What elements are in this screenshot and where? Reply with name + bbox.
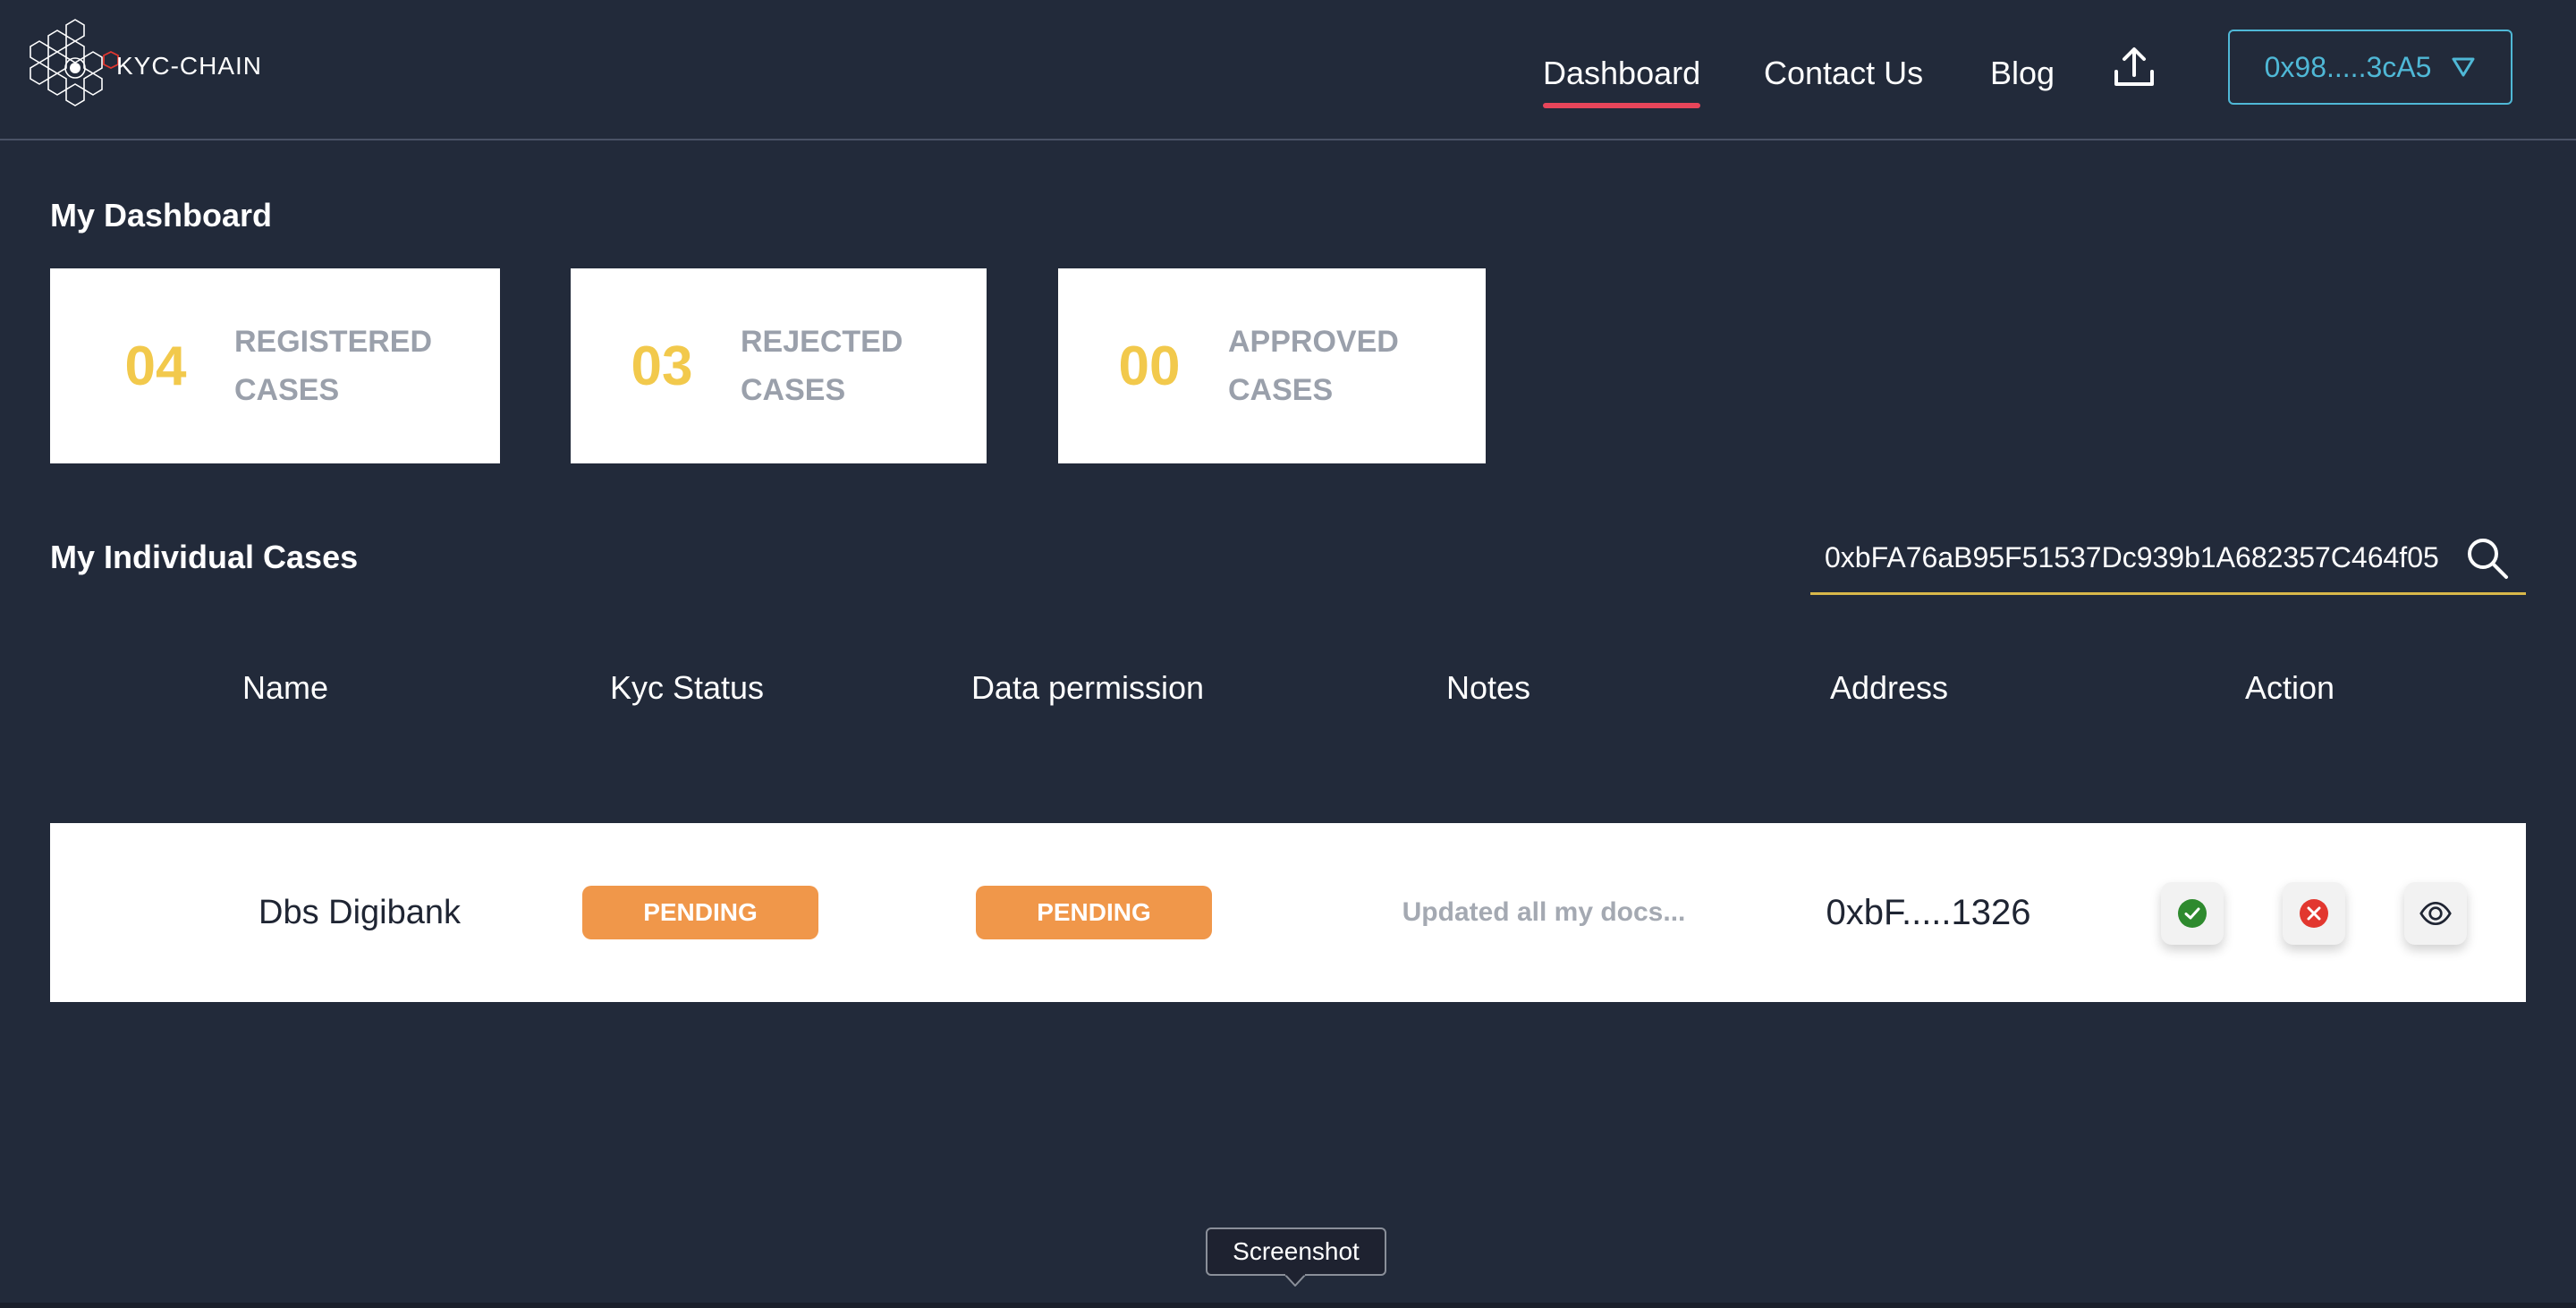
rejected-label-line2: CASES	[741, 373, 846, 407]
top-header: KYC-CHAIN Dashboard Contact Us Blog 0x98…	[0, 0, 2576, 140]
close-circle-icon	[2300, 899, 2328, 928]
case-address: 0xbF.....1326	[1826, 892, 2031, 932]
approve-button[interactable]	[2161, 882, 2224, 945]
screenshot-tooltip: Screenshot	[1206, 1227, 1386, 1276]
wallet-account-dropdown[interactable]: 0x98.....3cA5	[2228, 30, 2512, 105]
approved-cases-card[interactable]: 00 APPROVED CASES	[1058, 268, 1486, 463]
kyc-chain-logo[interactable]: KYC-CHAIN	[27, 16, 268, 116]
case-search	[1810, 523, 2526, 595]
kyc-status-badge: PENDING	[582, 886, 818, 939]
rejected-label-line1: REJECTED	[741, 325, 903, 359]
column-header-data-permission: Data permission	[970, 669, 1205, 706]
column-header-address: Address	[1829, 669, 1949, 706]
view-button[interactable]	[2404, 882, 2467, 945]
search-input[interactable]	[1810, 540, 2454, 575]
column-header-kyc-status: Kyc Status	[609, 669, 765, 706]
reject-button[interactable]	[2283, 882, 2345, 945]
brand-name: KYC-CHAIN	[116, 52, 263, 80]
table-row: Dbs Digibank PENDING PENDING Updated all…	[50, 823, 2526, 1002]
nav-blog-link[interactable]: Blog	[1990, 47, 2055, 99]
data-permission-badge: PENDING	[976, 886, 1212, 939]
case-name: Dbs Digibank	[258, 893, 461, 931]
registered-label: REGISTERED CASES	[234, 318, 449, 414]
check-circle-icon	[2178, 899, 2207, 928]
registered-count: 04	[124, 335, 187, 397]
kyc-status-cell: PENDING	[580, 823, 821, 1002]
upload-icon[interactable]	[2113, 45, 2156, 89]
approved-count: 00	[1118, 335, 1181, 397]
wallet-address: 0x98.....3cA5	[2264, 50, 2432, 83]
search-icon[interactable]	[2465, 536, 2510, 581]
registered-label-line1: REGISTERED	[234, 325, 433, 359]
column-header-notes: Notes	[1445, 669, 1531, 706]
triangle-down-icon	[2452, 57, 2475, 77]
approved-label: APPROVED CASES	[1228, 318, 1443, 414]
approved-label-line2: CASES	[1228, 373, 1334, 407]
registered-label-line2: CASES	[234, 373, 340, 407]
dashboard-title: My Dashboard	[50, 197, 273, 234]
tooltip-arrow-icon	[1284, 1274, 1306, 1287]
column-header-action: Action	[2244, 669, 2335, 706]
approved-label-line1: APPROVED	[1228, 325, 1399, 359]
rejected-label: REJECTED CASES	[741, 318, 955, 414]
nav-contact-link[interactable]: Contact Us	[1764, 47, 1923, 99]
registered-cases-card[interactable]: 04 REGISTERED CASES	[50, 268, 500, 463]
rejected-count: 03	[631, 335, 693, 397]
column-header-name: Name	[242, 669, 329, 706]
rejected-cases-card[interactable]: 03 REJECTED CASES	[571, 268, 987, 463]
eye-icon	[2419, 901, 2452, 926]
data-permission-cell: PENDING	[973, 823, 1215, 1002]
case-notes: Updated all my docs...	[1402, 897, 1686, 927]
bottom-edge	[0, 1303, 2576, 1308]
hexagon-network-icon	[30, 19, 119, 106]
nav-dashboard-link[interactable]: Dashboard	[1543, 47, 1701, 108]
cases-title: My Individual Cases	[50, 539, 359, 575]
